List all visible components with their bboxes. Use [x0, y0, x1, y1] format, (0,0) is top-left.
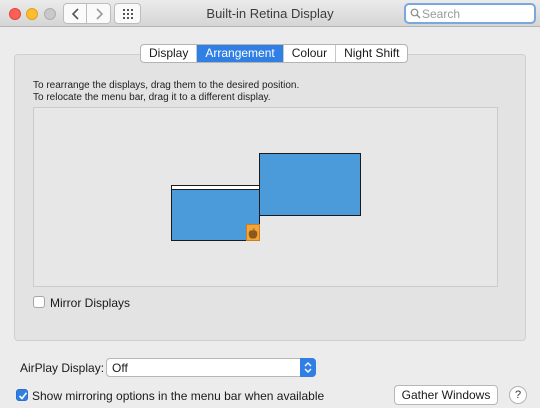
- updown-arrows-icon: [304, 362, 312, 373]
- select-arrow: [300, 358, 316, 377]
- search-field[interactable]: [404, 3, 536, 24]
- instruction-menubar: To relocate the menu bar, drag it to a d…: [33, 92, 271, 103]
- gather-windows-button[interactable]: Gather Windows: [394, 385, 498, 405]
- tab-colour[interactable]: Colour: [284, 45, 337, 62]
- tab-night-shift[interactable]: Night Shift: [336, 45, 407, 62]
- display-badge: [246, 224, 260, 241]
- back-button[interactable]: [63, 3, 87, 24]
- search-icon: [410, 8, 421, 19]
- tab-display[interactable]: Display: [141, 45, 198, 62]
- instruction-rearrange: To rearrange the displays, drag them to …: [33, 80, 300, 91]
- minimize-button[interactable]: [26, 8, 38, 20]
- airplay-display-label: AirPlay Display:: [20, 361, 105, 375]
- forward-button[interactable]: [87, 3, 111, 24]
- mirror-displays-label: Mirror Displays: [50, 296, 131, 310]
- title-bar: Built-in Retina Display: [0, 0, 540, 27]
- grid-icon: [123, 9, 133, 19]
- show-mirroring-label: Show mirroring options in the menu bar w…: [32, 389, 325, 403]
- window-title: Built-in Retina Display: [206, 6, 334, 21]
- airplay-display-select[interactable]: Off: [106, 358, 316, 377]
- tab-bar: Display Arrangement Colour Night Shift: [140, 44, 409, 63]
- airplay-display-value: Off: [112, 361, 128, 375]
- help-button[interactable]: ?: [509, 386, 527, 404]
- forward-chevron-icon: [96, 8, 104, 20]
- back-chevron-icon: [71, 8, 79, 20]
- tab-arrangement[interactable]: Arrangement: [197, 45, 284, 62]
- mirror-displays-checkbox[interactable]: [33, 296, 45, 308]
- show-mirroring-checkbox[interactable]: [16, 389, 28, 401]
- close-button[interactable]: [9, 8, 21, 20]
- zoom-button[interactable]: [44, 8, 56, 20]
- search-input[interactable]: [422, 6, 530, 22]
- apple-logo-icon: [248, 228, 258, 239]
- checkmark-icon: [18, 392, 28, 400]
- menu-bar-handle[interactable]: [171, 185, 260, 190]
- show-all-button[interactable]: [114, 3, 141, 24]
- display-external[interactable]: [259, 153, 361, 216]
